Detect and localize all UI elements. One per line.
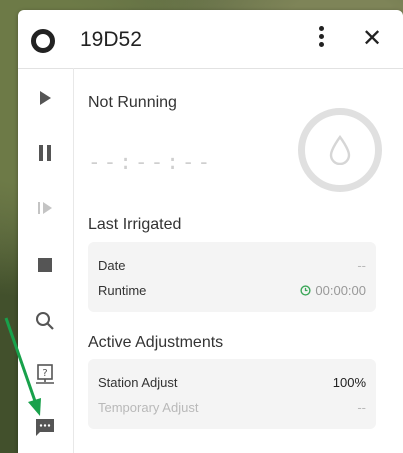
svg-text:?: ? bbox=[42, 368, 47, 379]
kebab-dot-icon bbox=[318, 26, 324, 31]
station-adjust-value: 100% bbox=[332, 375, 366, 390]
date-value: -- bbox=[357, 258, 366, 273]
last-irrigated-title: Last Irrigated bbox=[88, 216, 182, 233]
runtime-value: 00:00:00 bbox=[315, 283, 366, 298]
date-row: Date -- bbox=[98, 258, 366, 273]
advance-button[interactable] bbox=[30, 193, 60, 223]
search-icon bbox=[36, 312, 54, 330]
stop-icon bbox=[38, 258, 52, 272]
station-adjust-label: Station Adjust bbox=[98, 375, 178, 390]
pause-icon bbox=[39, 145, 51, 161]
runtime-value-wrap: 00:00:00 bbox=[300, 283, 366, 298]
runtime-row: Runtime 00:00:00 bbox=[98, 283, 366, 298]
help-button[interactable]: ? bbox=[30, 360, 60, 390]
station-adjust-row: Station Adjust 100% bbox=[98, 375, 366, 390]
panel-header: 19D52 ✕ bbox=[18, 10, 403, 69]
search-button[interactable] bbox=[30, 306, 60, 336]
more-options-button[interactable] bbox=[313, 24, 329, 54]
action-sidebar: ? bbox=[18, 68, 74, 453]
status-ring-icon bbox=[31, 29, 55, 53]
adjustments-card: Station Adjust 100% Temporary Adjust -- bbox=[88, 359, 376, 429]
station-title: 19D52 bbox=[80, 28, 142, 51]
notes-button[interactable] bbox=[30, 412, 60, 442]
skip-next-icon bbox=[38, 202, 52, 214]
temporary-adjust-value: -- bbox=[357, 400, 366, 415]
runtime-label: Runtime bbox=[98, 283, 147, 298]
countdown-timer: --:--:-- bbox=[88, 150, 214, 174]
temporary-adjust-label: Temporary Adjust bbox=[98, 400, 199, 415]
play-icon bbox=[40, 91, 51, 105]
station-panel: 19D52 ✕ ? Not Running --:--:-- Last Irri… bbox=[18, 10, 403, 453]
stop-button[interactable] bbox=[30, 250, 60, 280]
chat-icon bbox=[36, 419, 54, 436]
clock-icon bbox=[300, 285, 311, 296]
kebab-dot-icon bbox=[318, 34, 324, 39]
run-status-label: Not Running bbox=[88, 94, 177, 111]
water-drop-icon bbox=[329, 135, 351, 165]
temporary-adjust-row: Temporary Adjust -- bbox=[98, 400, 366, 415]
play-button[interactable] bbox=[30, 83, 60, 113]
close-button[interactable]: ✕ bbox=[362, 24, 382, 54]
kebab-dot-icon bbox=[318, 42, 324, 47]
active-adjustments-title: Active Adjustments bbox=[88, 334, 224, 351]
water-drop-indicator bbox=[298, 108, 382, 192]
last-irrigated-card: Date -- Runtime 00:00:00 bbox=[88, 242, 376, 312]
help-monitor-icon: ? bbox=[36, 364, 54, 384]
date-label: Date bbox=[98, 258, 126, 273]
pause-button[interactable] bbox=[30, 138, 60, 168]
